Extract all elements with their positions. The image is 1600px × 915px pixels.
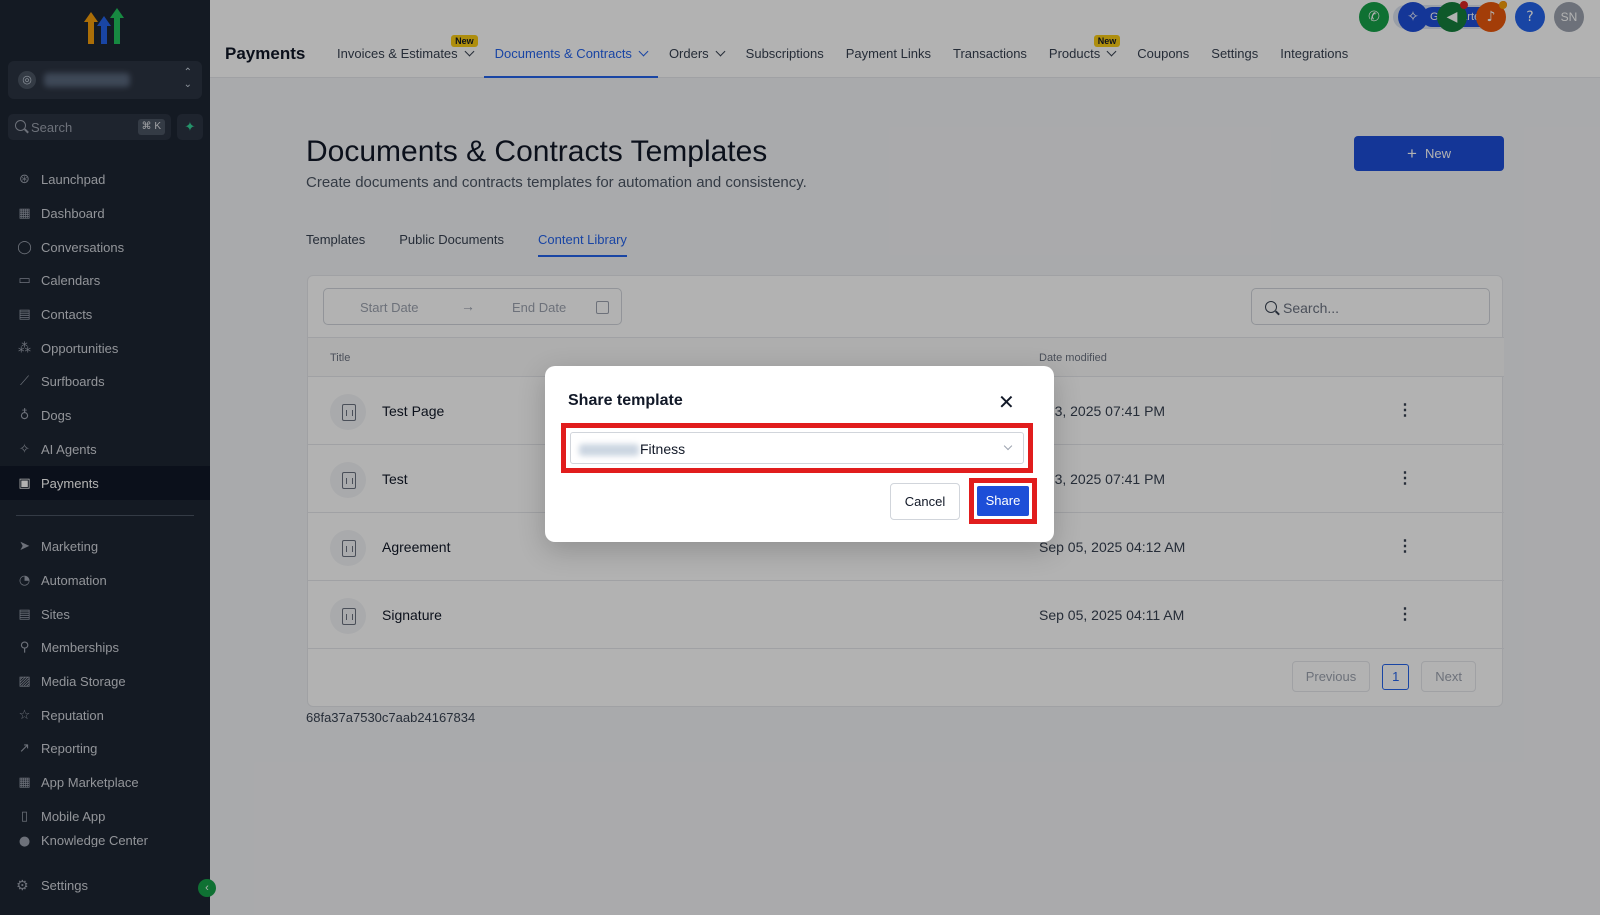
highlight-box: Fitness xyxy=(561,423,1033,473)
chevron-down-icon xyxy=(1003,441,1013,451)
highlight-box: Share xyxy=(969,478,1037,524)
modal-title: Share template xyxy=(568,392,683,409)
share-template-modal: Share template ✕ Fitness Cancel Share xyxy=(545,366,1054,542)
cancel-button[interactable]: Cancel xyxy=(890,483,960,520)
share-button[interactable]: Share xyxy=(977,486,1029,516)
select-value: Fitness xyxy=(640,441,686,457)
close-icon[interactable]: ✕ xyxy=(998,392,1015,412)
sub-account-select[interactable]: Fitness xyxy=(570,432,1024,464)
redacted-text xyxy=(579,444,639,456)
